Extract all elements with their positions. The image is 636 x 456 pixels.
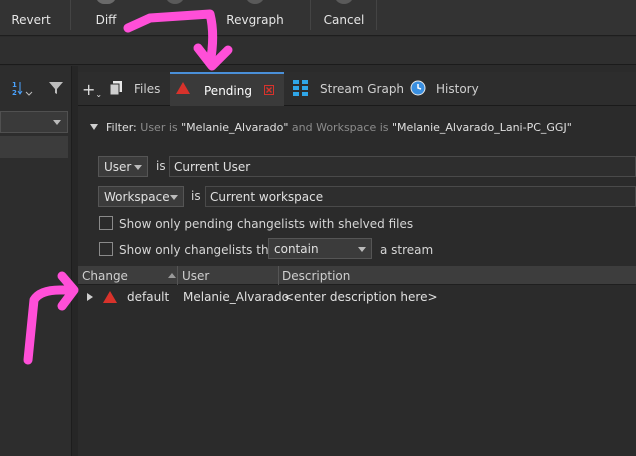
svg-text:1: 1: [12, 81, 17, 89]
expand-icon[interactable]: [87, 293, 93, 301]
tab-history-label: History: [436, 82, 479, 96]
toolbar-separator: [376, 0, 377, 30]
diff-button[interactable]: Diff: [84, 0, 128, 36]
tab-history[interactable]: History: [406, 72, 486, 106]
tab-stream-graph-label: Stream Graph: [320, 82, 405, 96]
column-separator[interactable]: [278, 266, 279, 285]
user-field-label: User: [104, 160, 132, 174]
sort-ascending-icon: [168, 273, 176, 278]
diff-icon: [96, 0, 116, 4]
tab-files[interactable]: Files: [104, 72, 168, 106]
filter-summary[interactable]: Filter: User is "Melanie_Alvarado" and W…: [90, 121, 572, 134]
stream-graph-icon: [293, 80, 308, 96]
chevron-down-icon: [134, 165, 142, 170]
pending-changelists-table: Change User Description default Melanie_…: [78, 266, 636, 456]
stream-label-suffix: a stream: [380, 243, 434, 257]
tab-bar: +⌄ Files Pending Stream Graph History: [78, 72, 636, 106]
stream-checkbox[interactable]: [99, 242, 113, 256]
pending-changelist-icon: [103, 291, 117, 303]
workspace-operator: is: [191, 189, 201, 203]
history-icon: [410, 80, 426, 96]
filter-label: Filter:: [106, 121, 137, 134]
user-value-text: Current User: [174, 160, 251, 174]
tab-stream-graph[interactable]: Stream Graph: [288, 72, 404, 106]
sort-icon[interactable]: 1 2: [12, 80, 34, 97]
left-panel-dropdown[interactable]: [0, 111, 68, 133]
chevron-down-icon: [170, 195, 178, 200]
tab-files-label: Files: [134, 82, 161, 96]
filter-workspace-value: "Melanie_Alvarado_Lani-PC_GGJ": [392, 121, 572, 134]
collapse-icon[interactable]: [90, 124, 98, 130]
workspace-value-text: Current workspace: [210, 190, 324, 204]
revgraph-button[interactable]: Revgraph: [218, 0, 292, 36]
workspace-field-label: Workspace: [104, 190, 170, 204]
column-header-user[interactable]: User: [182, 269, 209, 283]
revert-button[interactable]: Revert: [0, 0, 62, 36]
files-icon: [109, 81, 122, 96]
column-separator[interactable]: [177, 266, 178, 285]
toolbar-separator: [70, 0, 71, 30]
cell-description[interactable]: <enter description here>: [284, 290, 438, 304]
close-icon[interactable]: [264, 85, 274, 95]
revgraph-label: Revgraph: [226, 13, 284, 27]
left-panel-row[interactable]: [0, 136, 68, 158]
cancel-label: Cancel: [323, 13, 365, 27]
filter-and-text: and Workspace is: [288, 121, 392, 134]
hidden-button[interactable]: [150, 0, 200, 36]
shelved-checkbox[interactable]: [99, 216, 113, 230]
filter-icon[interactable]: [48, 80, 64, 96]
filter-user-value: "Melanie_Alvarado": [181, 121, 289, 134]
workspace-field-select[interactable]: Workspace: [98, 186, 184, 207]
cell-user: Melanie_Alvarado: [183, 290, 289, 304]
chevron-down-icon: [358, 247, 366, 252]
table-header: Change User Description: [78, 266, 636, 285]
stream-label-prefix: Show only changelists that: [119, 243, 281, 257]
column-header-change[interactable]: Change: [82, 269, 128, 283]
user-value-field[interactable]: Current User: [169, 156, 636, 177]
column-header-description[interactable]: Description: [282, 269, 350, 283]
shelved-label: Show only pending changelists with shelv…: [119, 217, 414, 231]
stream-condition-value: contain: [274, 242, 319, 256]
svg-text:2: 2: [12, 89, 17, 96]
table-row[interactable]: default Melanie_Alvarado <enter descript…: [78, 287, 636, 307]
user-operator: is: [156, 159, 166, 173]
tab-pending-label: Pending: [204, 84, 252, 98]
left-panel: 1 2: [0, 66, 72, 456]
diff-label: Diff: [95, 13, 117, 27]
secondary-toolbar: [0, 37, 636, 65]
add-tab-button[interactable]: +⌄: [82, 80, 102, 99]
toolbar: Revert Diff Revgraph Cancel: [0, 0, 636, 36]
stream-condition-select[interactable]: contain: [268, 238, 372, 259]
user-field-select[interactable]: User: [98, 156, 148, 177]
tab-pending[interactable]: Pending: [170, 72, 284, 106]
filter-user-prefix: User is: [140, 121, 182, 134]
revert-label: Revert: [11, 13, 51, 27]
circle-icon: [165, 0, 185, 4]
workspace-value-field[interactable]: Current workspace: [205, 186, 636, 207]
cell-change: default: [127, 290, 170, 304]
toolbar-separator: [310, 0, 311, 30]
revgraph-icon: [245, 0, 265, 4]
pending-icon: [176, 82, 190, 94]
cancel-button[interactable]: Cancel: [318, 0, 370, 36]
left-panel-tools: 1 2: [0, 66, 72, 106]
cancel-icon: [334, 0, 354, 4]
filter-panel: Filter: User is "Melanie_Alvarado" and W…: [78, 107, 636, 264]
chevron-down-icon: [53, 120, 61, 125]
